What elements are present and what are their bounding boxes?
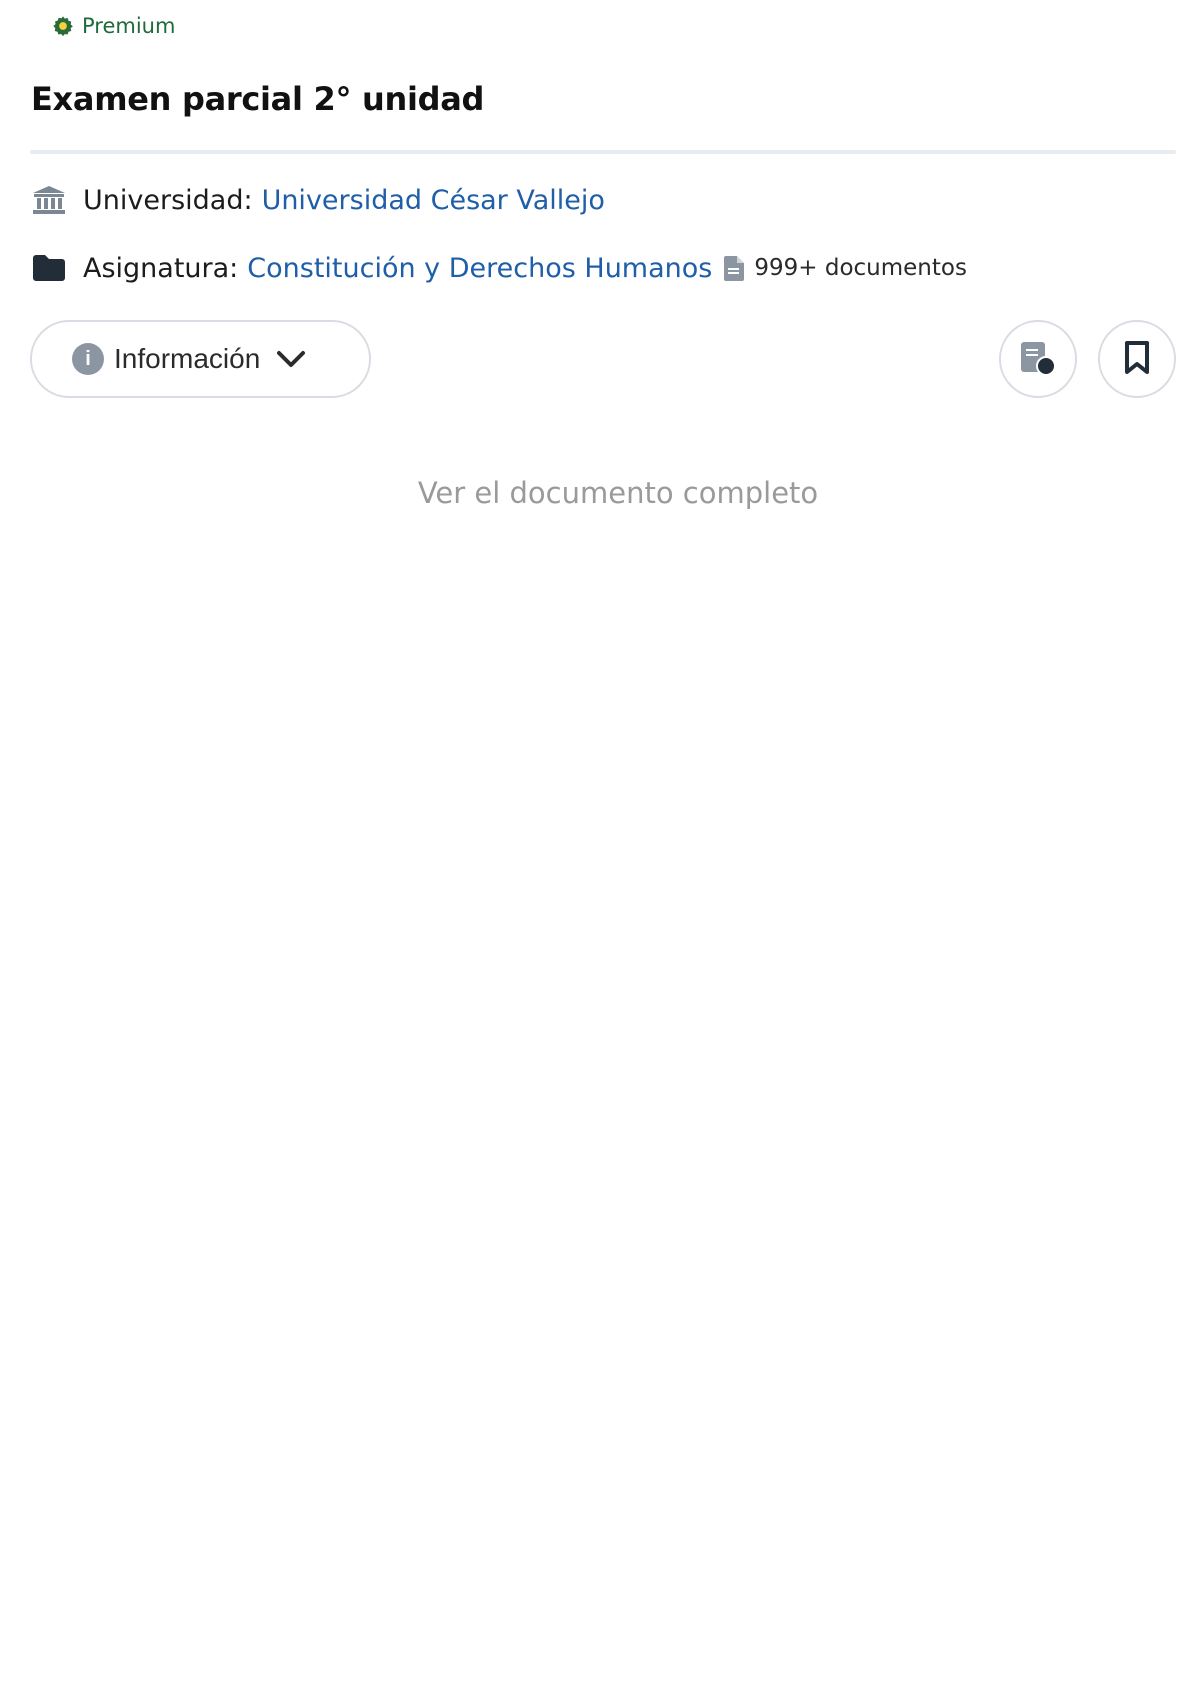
notes-button[interactable]	[999, 320, 1077, 398]
university-icon	[31, 184, 66, 216]
notes-icon	[1019, 340, 1057, 379]
premium-label: Premium	[82, 14, 176, 38]
subject-row: Asignatura: Constitución y Derechos Huma…	[31, 252, 967, 284]
bookmark-icon	[1124, 340, 1150, 378]
premium-gear-icon	[52, 15, 74, 37]
university-label: Universidad:	[83, 184, 253, 216]
info-icon: i	[72, 343, 104, 375]
document-count: 999+ documentos	[724, 255, 967, 281]
document-count-text: 999+ documentos	[754, 255, 967, 281]
subject-link[interactable]: Constitución y Derechos Humanos	[247, 253, 712, 284]
chevron-down-icon	[276, 349, 306, 369]
document-title: Examen parcial 2° unidad	[31, 80, 485, 118]
premium-badge: Premium	[52, 14, 175, 38]
view-full-document-link[interactable]: Ver el documento completo	[0, 476, 1200, 510]
university-link[interactable]: Universidad César Vallejo	[262, 185, 605, 216]
document-icon	[724, 255, 745, 281]
folder-icon	[31, 252, 66, 284]
bookmark-button[interactable]	[1098, 320, 1176, 398]
university-row: Universidad: Universidad César Vallejo	[31, 184, 605, 216]
subject-label: Asignatura:	[83, 252, 239, 284]
information-button[interactable]: i Información	[30, 320, 371, 398]
information-label: Información	[114, 343, 261, 374]
title-divider	[30, 150, 1176, 154]
